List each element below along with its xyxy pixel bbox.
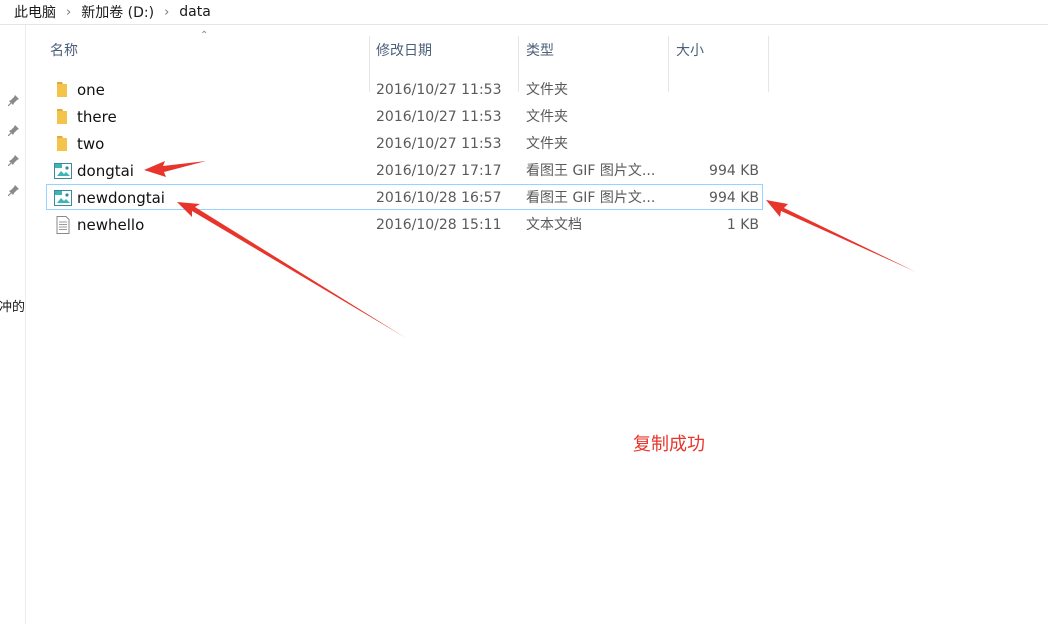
- file-date: 2016/10/27 11:53: [376, 109, 502, 125]
- file-size: [657, 77, 759, 103]
- file-date: 2016/10/27 11:53: [376, 136, 502, 152]
- text-file-icon: [56, 216, 70, 234]
- copy-success-annotation: 复制成功: [633, 434, 705, 455]
- pin-icon[interactable]: [8, 184, 20, 196]
- nav-item-label[interactable]: 冲的: [0, 296, 25, 315]
- chevron-right-icon[interactable]: ›: [158, 5, 175, 20]
- breadcrumb-drive-d[interactable]: 新加卷 (D:): [77, 2, 158, 22]
- file-size: [657, 131, 759, 157]
- file-type: 文件夹: [526, 109, 568, 125]
- pin-icon[interactable]: [8, 94, 20, 106]
- breadcrumb-this-pc[interactable]: 此电脑: [10, 2, 60, 22]
- file-row[interactable]: two 2016/10/27 11:53 文件夹: [46, 130, 763, 156]
- file-date: 2016/10/27 11:53: [376, 82, 502, 98]
- file-size: [657, 104, 759, 130]
- file-row[interactable]: one 2016/10/27 11:53 文件夹: [46, 76, 763, 102]
- folder-icon: [57, 136, 67, 151]
- breadcrumb-data-folder[interactable]: data: [175, 4, 215, 20]
- folder-icon: [57, 109, 67, 124]
- file-explorer-window: 此电脑 › 新加卷 (D:) › data 冲的 ⌃ 名称 修改日期 类型 大小…: [0, 0, 1048, 624]
- column-header-type[interactable]: 类型: [518, 38, 668, 66]
- file-row[interactable]: newhello 2016/10/28 15:11 文本文档 1 KB: [46, 211, 763, 237]
- file-name: newhello: [77, 216, 145, 234]
- file-name: dongtai: [77, 162, 134, 180]
- column-divider[interactable]: [768, 36, 769, 92]
- file-name: newdongtai: [77, 189, 165, 207]
- gif-file-icon: [54, 190, 72, 206]
- file-type: 看图王 GIF 图片文...: [526, 163, 656, 179]
- file-name: one: [77, 81, 105, 99]
- file-type: 看图王 GIF 图片文...: [526, 190, 656, 206]
- file-size: 994 KB: [709, 163, 759, 179]
- file-name: two: [77, 135, 105, 153]
- file-row-selected[interactable]: newdongtai 2016/10/28 16:57 看图王 GIF 图片文.…: [46, 184, 763, 210]
- column-header-row: ⌃ 名称 修改日期 类型 大小: [26, 26, 1048, 92]
- file-date: 2016/10/27 17:17: [376, 163, 502, 179]
- file-type: 文本文档: [526, 217, 582, 233]
- chevron-right-icon[interactable]: ›: [60, 5, 77, 20]
- file-type: 文件夹: [526, 136, 568, 152]
- file-row[interactable]: dongtai 2016/10/27 17:17 看图王 GIF 图片文... …: [46, 157, 763, 183]
- file-name: there: [77, 108, 117, 126]
- file-type: 文件夹: [526, 82, 568, 98]
- file-date: 2016/10/28 15:11: [376, 217, 502, 233]
- gif-file-icon: [54, 163, 72, 179]
- column-header-name[interactable]: 名称: [42, 38, 369, 66]
- pin-icon[interactable]: [8, 154, 20, 166]
- arrow-to-newdongtai-size: [766, 200, 916, 272]
- file-date: 2016/10/28 16:57: [376, 190, 502, 206]
- file-size: 994 KB: [709, 190, 759, 206]
- pin-icon[interactable]: [8, 124, 20, 136]
- folder-icon: [57, 82, 67, 97]
- file-size: 1 KB: [726, 217, 759, 233]
- navigation-pane: 冲的: [0, 25, 26, 624]
- column-header-date[interactable]: 修改日期: [368, 38, 518, 66]
- breadcrumb: 此电脑 › 新加卷 (D:) › data: [0, 0, 1048, 25]
- file-row[interactable]: there 2016/10/27 11:53 文件夹: [46, 103, 763, 129]
- column-header-size[interactable]: 大小: [668, 38, 768, 66]
